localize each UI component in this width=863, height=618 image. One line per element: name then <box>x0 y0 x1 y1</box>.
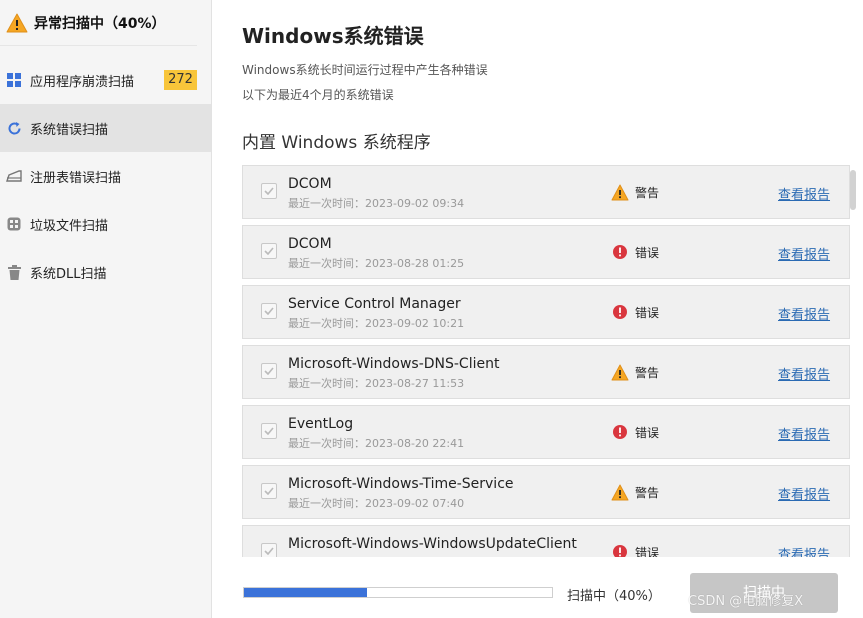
status-text: 警告 <box>635 365 660 380</box>
watermark: CSDN @电脑修复X <box>688 594 804 609</box>
scan-progress-fill <box>244 588 368 597</box>
error-icon <box>611 423 629 441</box>
list-item: DCOM 最近一次时间：2023-09-02 09:34 警告 查看报告 <box>242 165 850 219</box>
program-name: EventLog <box>288 416 354 432</box>
page-subdescription: 以下为最近4个月的系统错误 <box>242 88 394 102</box>
warning-icon <box>611 483 629 501</box>
row-checkbox[interactable] <box>261 243 277 259</box>
row-checkbox[interactable] <box>261 423 277 439</box>
status-badge: 错误 <box>611 423 659 441</box>
program-name: DCOM <box>288 236 332 252</box>
row-checkbox[interactable] <box>261 303 277 319</box>
sidebar-item-label: 应用程序崩溃扫描 <box>30 74 135 90</box>
warning-icon <box>611 363 629 381</box>
view-report-link[interactable]: 查看报告 <box>778 424 830 443</box>
program-name: Microsoft-Windows-Time-Service <box>288 476 514 492</box>
status-badge: 警告 <box>611 363 659 381</box>
program-name: Microsoft-Windows-DNS-Client <box>288 356 500 372</box>
last-time: 最近一次时间：2023-08-27 11:53 <box>288 377 465 390</box>
sidebar-item-system-error-scan[interactable]: 系统错误扫描 <box>0 104 211 152</box>
view-report-link[interactable]: 查看报告 <box>778 304 830 323</box>
status-badge: 错误 <box>611 303 659 321</box>
scan-status-header: 异常扫描中（40%） <box>0 0 197 46</box>
warning-icon <box>6 13 28 33</box>
sidebar-item-app-crash-scan[interactable]: 应用程序崩溃扫描 272 <box>0 56 211 104</box>
scan-status-title: 异常扫描中（40%） <box>34 15 166 32</box>
view-report-link[interactable]: 查看报告 <box>778 244 830 263</box>
count-badge: 272 <box>164 70 197 90</box>
list-item: Service Control Manager 最近一次时间：2023-09-0… <box>242 285 850 339</box>
list-item: Microsoft-Windows-WindowsUpdateClient 错误… <box>242 525 850 557</box>
list-item: EventLog 最近一次时间：2023-08-20 22:41 错误 查看报告 <box>242 405 850 459</box>
error-list[interactable]: DCOM 最近一次时间：2023-09-02 09:34 警告 查看报告 DCO… <box>242 165 850 557</box>
sidebar-item-junk-file-scan[interactable]: 垃圾文件扫描 <box>0 200 211 248</box>
row-checkbox[interactable] <box>261 363 277 379</box>
status-badge: 错误 <box>611 243 659 261</box>
sidebar-item-label: 垃圾文件扫描 <box>30 218 109 234</box>
status-text: 错误 <box>635 245 660 260</box>
last-time: 最近一次时间：2023-08-28 01:25 <box>288 257 465 270</box>
view-report-link[interactable]: 查看报告 <box>778 184 830 203</box>
row-checkbox[interactable] <box>261 543 277 557</box>
sidebar-item-label: 系统错误扫描 <box>30 122 109 138</box>
scan-progress-bar <box>243 587 553 598</box>
page-title: Windows系统错误 <box>242 24 424 48</box>
main-panel: Windows系统错误 Windows系统长时间运行过程中产生各种错误 以下为最… <box>212 0 863 618</box>
view-report-link[interactable]: 查看报告 <box>778 364 830 383</box>
program-name: Service Control Manager <box>288 296 461 312</box>
view-report-link[interactable]: 查看报告 <box>778 544 830 557</box>
page-description: Windows系统长时间运行过程中产生各种错误 <box>242 63 488 77</box>
registry-icon <box>6 168 22 184</box>
program-name: DCOM <box>288 176 332 192</box>
status-text: 错误 <box>635 305 660 320</box>
sidebar-item-registry-scan[interactable]: 注册表错误扫描 <box>0 152 211 200</box>
status-badge: 错误 <box>611 543 659 557</box>
warning-icon <box>611 183 629 201</box>
list-scrollbar[interactable] <box>850 170 856 210</box>
error-icon <box>611 543 629 557</box>
list-item: Microsoft-Windows-DNS-Client 最近一次时间：2023… <box>242 345 850 399</box>
scan-progress-text: 扫描中（40%） <box>567 589 661 604</box>
last-time: 最近一次时间：2023-09-02 10:21 <box>288 317 465 330</box>
section-title: 内置 Windows 系统程序 <box>242 133 431 153</box>
status-text: 警告 <box>635 185 660 200</box>
row-checkbox[interactable] <box>261 483 277 499</box>
sidebar: 异常扫描中（40%） 应用程序崩溃扫描 272 系统错误扫描 注册表错误扫描 垃… <box>0 0 212 618</box>
grid-icon <box>6 72 22 88</box>
status-text: 警告 <box>635 485 660 500</box>
status-badge: 警告 <box>611 183 659 201</box>
list-item: Microsoft-Windows-Time-Service 最近一次时间：20… <box>242 465 850 519</box>
status-text: 错误 <box>635 425 660 440</box>
last-time: 最近一次时间：2023-09-02 09:34 <box>288 197 465 210</box>
sidebar-item-label: 注册表错误扫描 <box>30 170 122 186</box>
status-badge: 警告 <box>611 483 659 501</box>
last-time: 最近一次时间：2023-09-02 07:40 <box>288 497 465 510</box>
view-report-link[interactable]: 查看报告 <box>778 484 830 503</box>
program-name: Microsoft-Windows-WindowsUpdateClient <box>288 536 577 552</box>
error-icon <box>611 303 629 321</box>
row-checkbox[interactable] <box>261 183 277 199</box>
status-text: 错误 <box>635 545 660 558</box>
list-item: DCOM 最近一次时间：2023-08-28 01:25 错误 查看报告 <box>242 225 850 279</box>
sidebar-item-label: 系统DLL扫描 <box>30 266 107 282</box>
trash-icon <box>6 264 22 280</box>
last-time: 最近一次时间：2023-08-20 22:41 <box>288 437 465 450</box>
refresh-icon <box>6 120 22 136</box>
sidebar-item-dll-scan[interactable]: 系统DLL扫描 <box>0 248 211 296</box>
junk-files-icon <box>6 216 22 232</box>
error-icon <box>611 243 629 261</box>
